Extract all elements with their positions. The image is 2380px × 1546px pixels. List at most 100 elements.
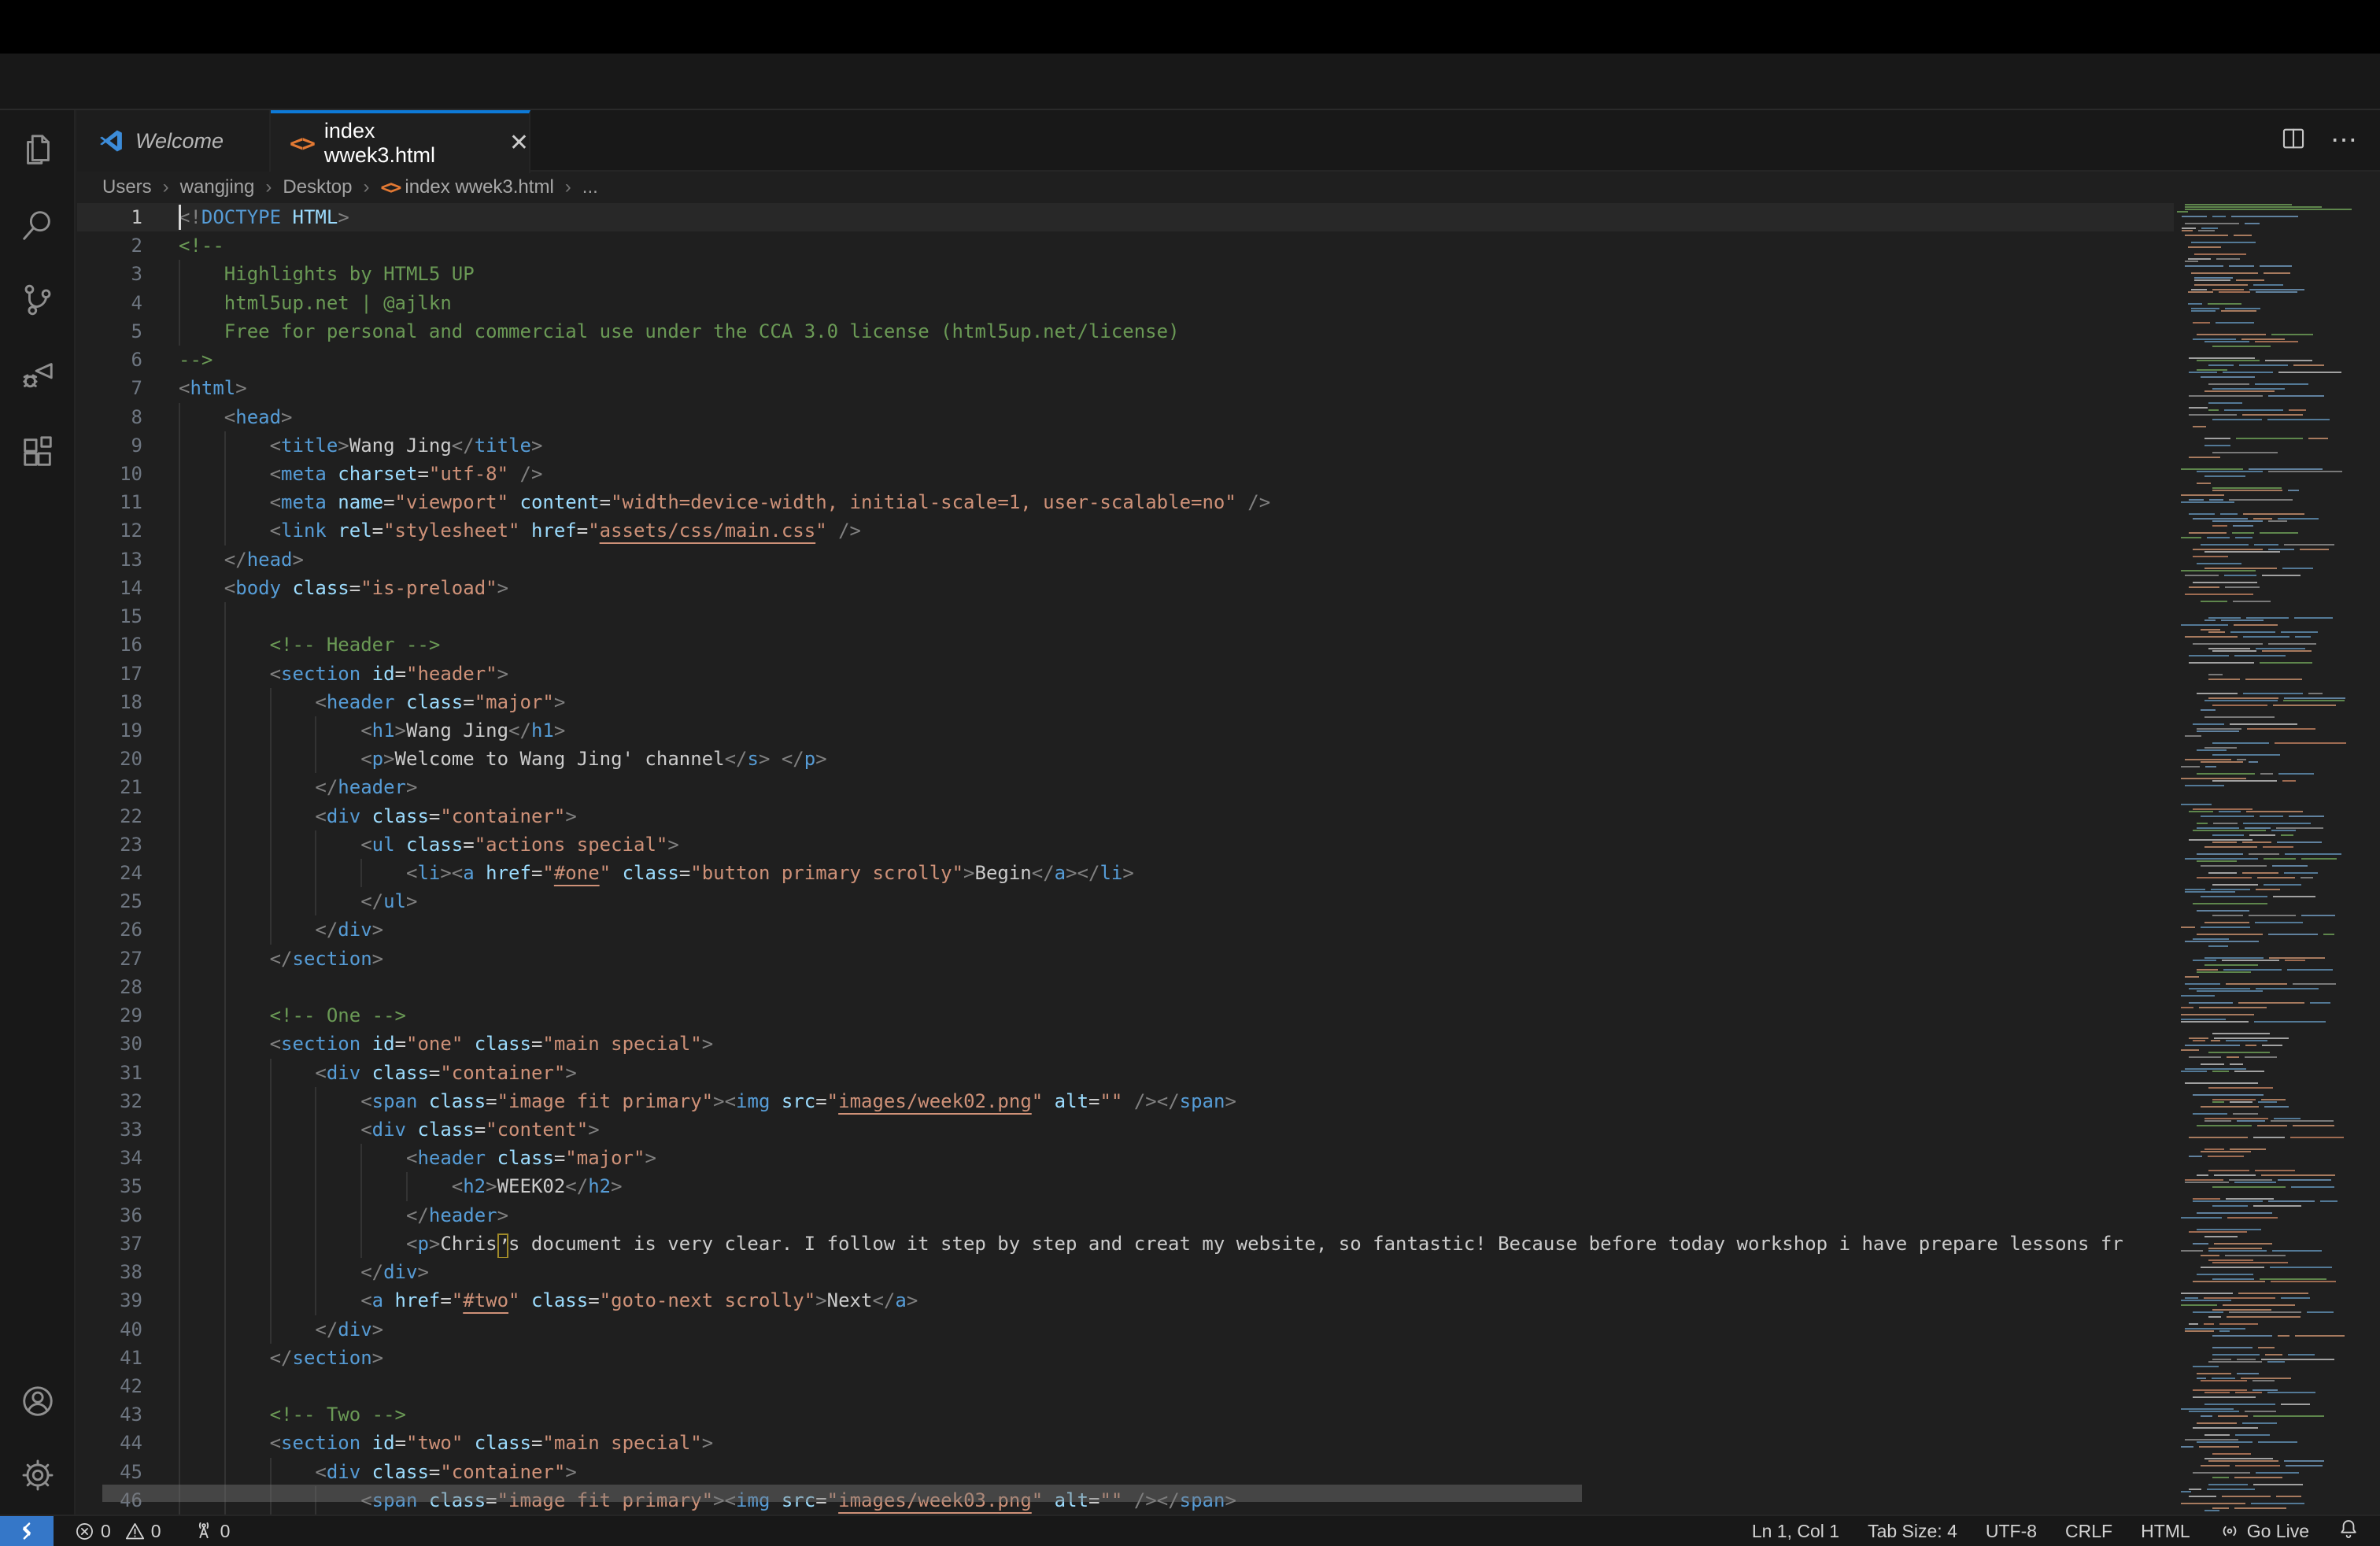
tab-index-wwek3[interactable]: <> index wwek3.html ✕ [271, 110, 530, 173]
encoding[interactable]: UTF-8 [1986, 1521, 2037, 1542]
minimap-token [2185, 575, 2219, 576]
code-token: > [417, 1261, 428, 1283]
minimap-line [2177, 284, 2355, 286]
account-icon[interactable] [20, 1383, 56, 1419]
minimap-token [2242, 841, 2271, 843]
minimap-line [2177, 1455, 2355, 1457]
minimap-line [2177, 938, 2355, 940]
ports-indicator[interactable]: 0 [193, 1520, 231, 1542]
code-token: Begin [975, 862, 1032, 884]
minimap[interactable] [2174, 203, 2355, 1515]
minimap-token [2208, 617, 2241, 619]
minimap-line [2177, 872, 2355, 874]
minimap-line [2177, 1276, 2355, 1278]
breadcrumb-item[interactable]: Users [102, 176, 152, 198]
code-area[interactable]: 1<!DOCTYPE HTML>2<!--3 Highlights by HTM… [77, 203, 2174, 1515]
indent-guide [270, 1115, 272, 1144]
minimap-token [2204, 716, 2275, 718]
code-line: 36 </header> [77, 1201, 2174, 1230]
minimap-line [2177, 986, 2355, 987]
breadcrumb-item[interactable]: Desktop [283, 176, 352, 198]
minimap-line [2177, 322, 2355, 324]
indent-guide [224, 973, 226, 1001]
code-token: header [429, 1204, 497, 1226]
run-debug-icon[interactable] [20, 357, 56, 393]
minimap-line [2177, 1071, 2355, 1072]
minimap-line [2177, 1146, 2355, 1148]
code-token: id [372, 1432, 395, 1454]
minimap-token [2284, 1460, 2324, 1462]
minimap-token [2181, 1446, 2193, 1448]
line-number: 42 [77, 1372, 179, 1400]
minimap-line [2177, 1007, 2355, 1008]
settings-gear-icon[interactable] [20, 1457, 56, 1493]
tab-welcome[interactable]: Welcome [77, 110, 271, 172]
minimap-token [2260, 265, 2292, 267]
minimap-line [2177, 1411, 2355, 1412]
extensions-icon[interactable] [20, 433, 56, 469]
minimap-token [2264, 884, 2301, 886]
minimap-token [2204, 445, 2230, 446]
code-token: "major" [565, 1147, 645, 1169]
code-token [179, 1204, 406, 1226]
minimap-line [2177, 924, 2355, 926]
code-text: <title>Wang Jing</title> [179, 431, 2174, 460]
minimap-line [2177, 459, 2355, 460]
code-token: rel [338, 520, 371, 542]
minimap-token [2239, 364, 2288, 366]
explorer-icon[interactable] [20, 132, 56, 168]
split-editor-icon[interactable] [2280, 125, 2307, 156]
tab-size[interactable]: Tab Size: 4 [1868, 1521, 1957, 1542]
minimap-token [2224, 409, 2283, 411]
code-text: <section id="two" class="main special"> [179, 1429, 2174, 1457]
minimap-line [2177, 563, 2355, 564]
breadcrumb-item[interactable]: wangjing [180, 176, 255, 198]
remote-indicator[interactable] [0, 1516, 54, 1546]
search-icon[interactable] [20, 207, 56, 243]
minimap-line [2177, 993, 2355, 994]
cursor-position[interactable]: Ln 1, Col 1 [1752, 1521, 1839, 1542]
code-token [417, 1090, 428, 1112]
minimap-line [2177, 1118, 2355, 1119]
close-icon[interactable]: ✕ [509, 131, 529, 155]
minimap-line [2177, 742, 2355, 744]
minimap-token [2212, 289, 2244, 290]
minimap-line [2177, 303, 2355, 305]
breadcrumb-separator: › [357, 176, 375, 198]
minimap-line [2177, 301, 2355, 302]
minimap-line [2177, 412, 2355, 413]
minimap-line [2177, 754, 2355, 756]
code-token: > [565, 805, 576, 827]
language-mode[interactable]: HTML [2141, 1521, 2190, 1542]
source-control-icon[interactable] [20, 282, 56, 318]
more-actions-icon[interactable]: ⋯ [2330, 124, 2360, 156]
code-text: <body class="is-preload"> [179, 574, 2174, 602]
minimap-line [2177, 523, 2355, 524]
minimap-line [2177, 1444, 2355, 1445]
minimap-token [2222, 1496, 2271, 1497]
breadcrumb[interactable]: Users›wangjing›Desktop›<>index wwek3.htm… [77, 172, 2380, 203]
editor[interactable]: 1<!DOCTYPE HTML>2<!--3 Highlights by HTM… [77, 203, 2380, 1515]
eol-sequence[interactable]: CRLF [2065, 1521, 2112, 1542]
breadcrumb-file[interactable]: index wwek3.html [405, 176, 553, 198]
minimap-token [2189, 414, 2237, 416]
minimap-token [2226, 1040, 2267, 1041]
code-token: meta [281, 463, 327, 485]
problems-indicator[interactable]: 0 0 [74, 1521, 161, 1542]
go-live-button[interactable]: Go Live [2219, 1520, 2309, 1542]
vscode-logo-icon [98, 128, 124, 154]
minimap-line [2177, 780, 2355, 782]
code-token: " [588, 520, 599, 542]
indent-guide [315, 745, 316, 773]
minimap-line [2177, 1274, 2355, 1275]
minimap-line [2177, 582, 2355, 583]
indent-guide [406, 1172, 408, 1200]
minimap-token [2254, 544, 2278, 546]
minimap-line [2177, 1290, 2355, 1292]
breadcrumb-more[interactable]: ... [582, 176, 598, 198]
indent-guide [224, 460, 226, 488]
code-token: = [486, 1090, 497, 1112]
minimap-token [2212, 1205, 2248, 1207]
notifications-bell-icon[interactable] [2338, 1518, 2360, 1544]
horizontal-scrollbar-thumb[interactable] [102, 1485, 1582, 1502]
